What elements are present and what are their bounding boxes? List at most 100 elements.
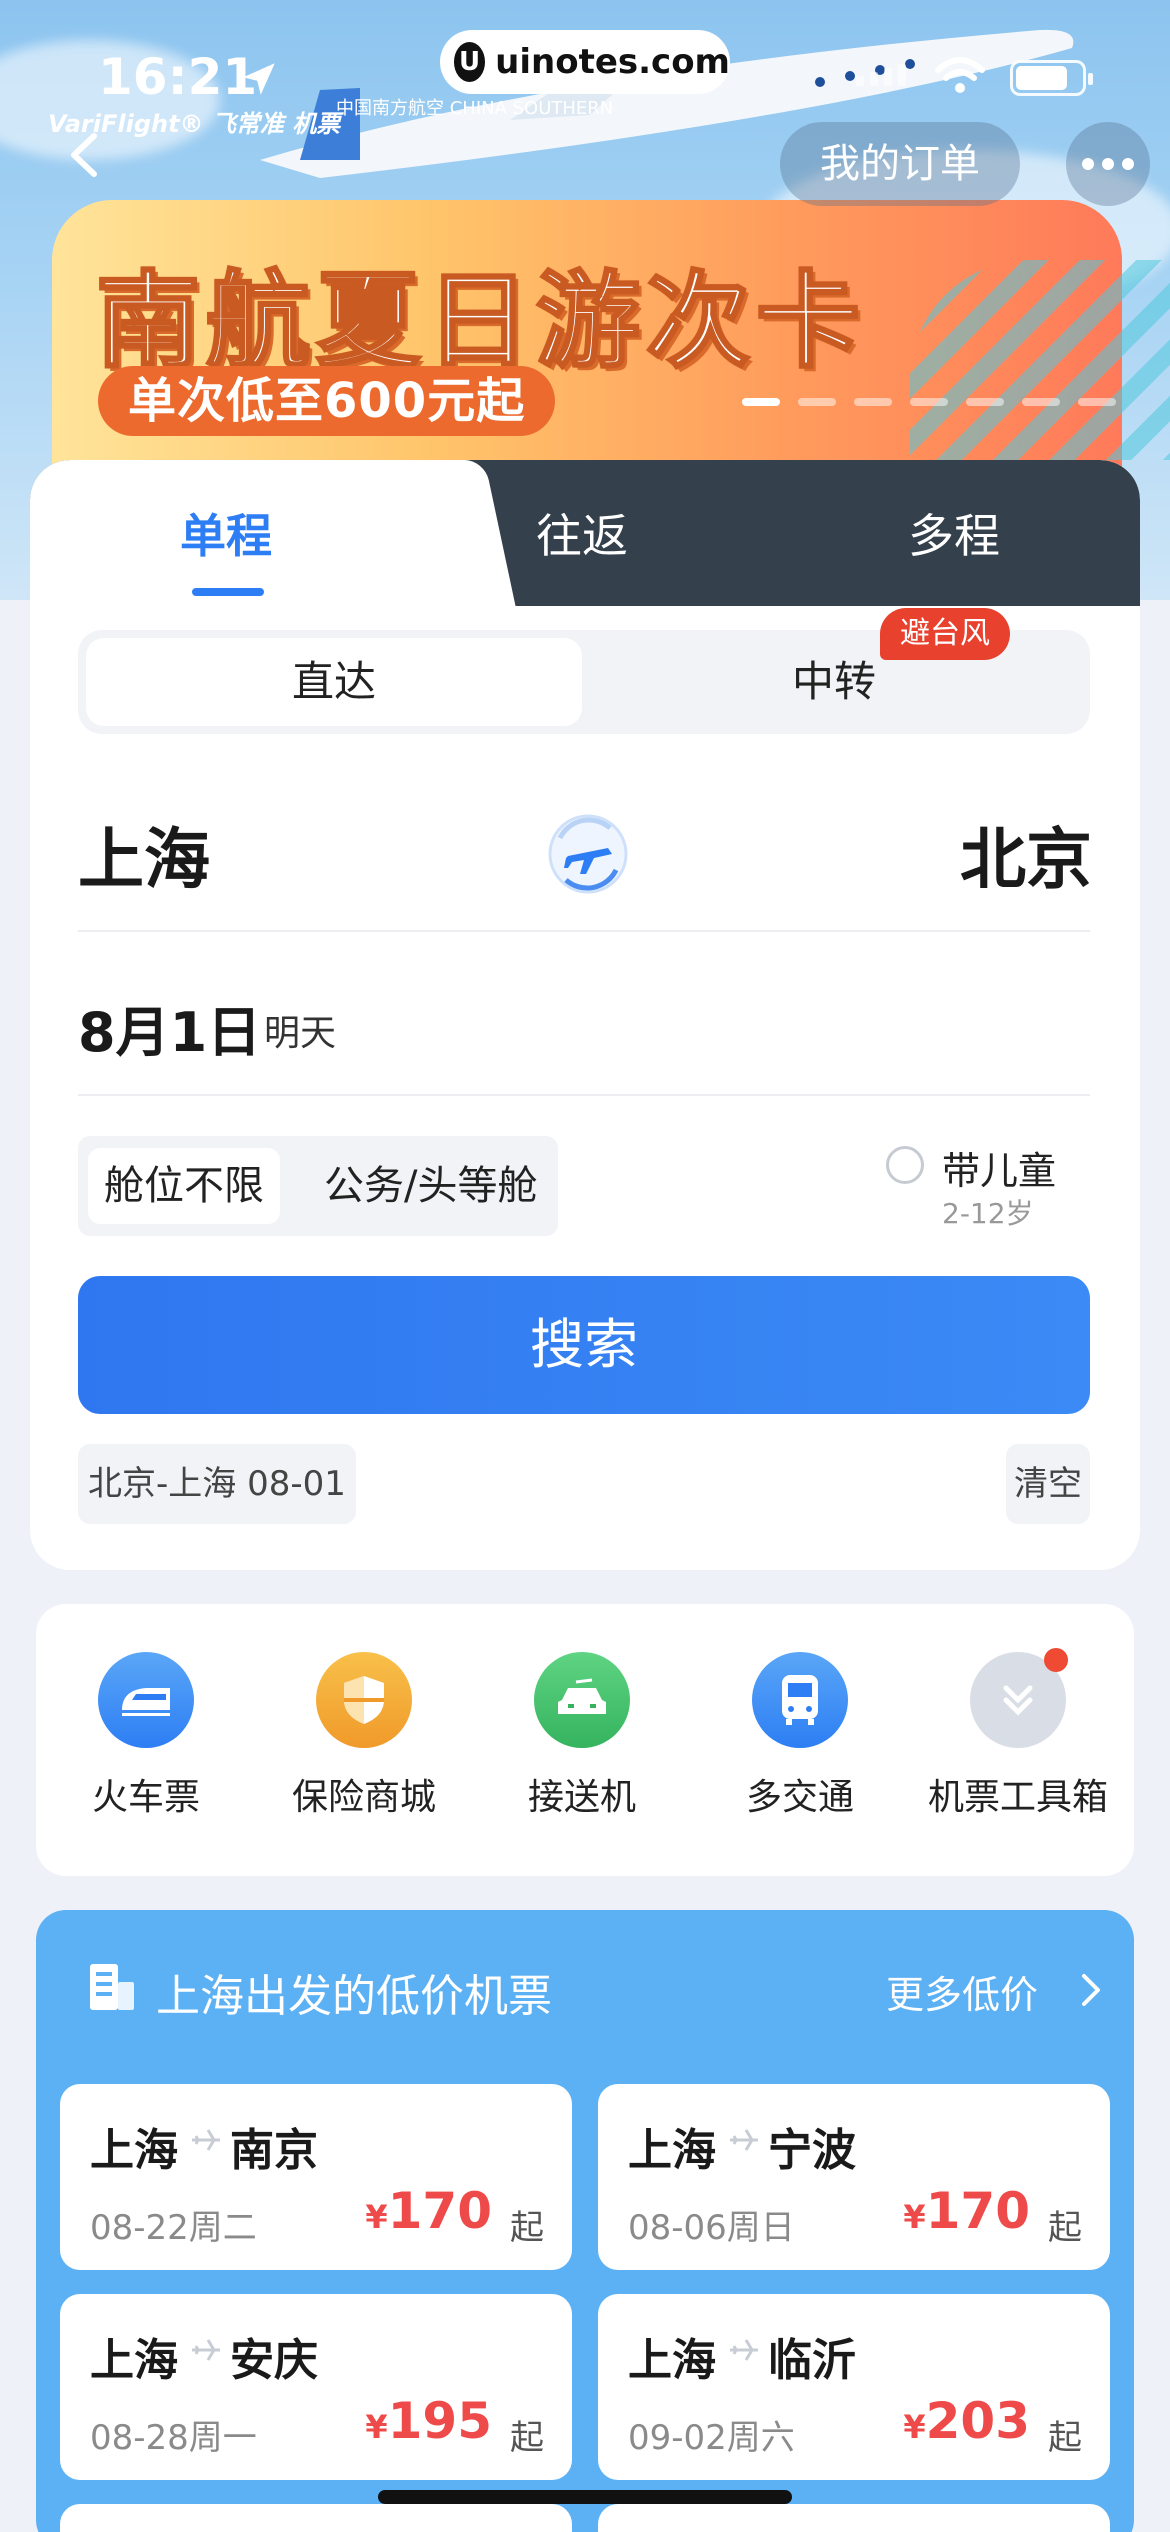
route-date: 09-02周六 (628, 2418, 795, 2458)
carousel-dot (910, 398, 948, 406)
low-price-section: 上海出发的低价机票 更多低价 上海 南京 08-22周二 ¥170 起 上海 宁… (36, 1910, 1134, 2532)
carousel-dot (854, 398, 892, 406)
route-card[interactable]: 上海 宁波 08-06周日 ¥170 起 (598, 2084, 1110, 2270)
service-label: 接送机 (527, 1777, 636, 1818)
route-card[interactable] (598, 2504, 1110, 2532)
route-price-suffix: 起 (510, 2418, 544, 2458)
carousel-dot (1078, 398, 1116, 406)
route-date: 08-06周日 (628, 2208, 795, 2248)
route-price-suffix: 起 (1048, 2418, 1082, 2458)
home-indicator[interactable] (378, 2490, 792, 2504)
service-multi-transport[interactable]: 多交通 (690, 1652, 910, 1820)
route-card[interactable] (60, 2504, 572, 2532)
tab-multi-city[interactable]: 多程 (908, 500, 1000, 566)
route-price: ¥203 (903, 2392, 1030, 2450)
toolbox-chevron-icon (970, 1648, 1068, 1748)
carousel-dot-active (742, 398, 780, 406)
building-icon (90, 1964, 134, 2010)
tab-round-trip[interactable]: 往返 (536, 500, 628, 566)
service-label: 保险商城 (291, 1777, 436, 1818)
watermark-text: uinotes.com (495, 42, 730, 82)
route-to: 南京 (230, 2125, 318, 2176)
departure-date[interactable]: 8月1日 (78, 988, 261, 1067)
airline-logo: 中国南方航空 CHINA SOUTHERN (336, 98, 614, 119)
route-price: ¥170 (365, 2182, 492, 2240)
tab-one-way[interactable]: 单程 (180, 500, 272, 566)
more-low-price-link[interactable]: 更多低价 (886, 1964, 1038, 2019)
route-card[interactable]: 上海 安庆 08-28周一 ¥195 起 (60, 2294, 572, 2480)
bus-icon (752, 1652, 848, 1748)
chevron-right-icon[interactable] (1076, 1970, 1106, 2010)
route-to: 宁波 (768, 2125, 856, 2176)
route-date: 08-22周二 (90, 2208, 257, 2248)
typhoon-badge: 避台风 (880, 608, 1010, 660)
promo-title: 南航夏日游次卡 (94, 259, 867, 384)
battery-icon (1010, 60, 1093, 96)
plane-icon (730, 2339, 758, 2361)
route-price: ¥170 (903, 2182, 1030, 2240)
promo-subtitle: 单次低至600元起 (98, 366, 556, 436)
route-price-suffix: 起 (510, 2208, 544, 2248)
clear-history-button[interactable]: 清空 (1006, 1444, 1090, 1524)
cabin-business-first[interactable]: 公务/头等舱 (324, 1148, 537, 1224)
route-from: 上海 (90, 2335, 178, 2386)
service-label: 机票工具箱 (927, 1777, 1108, 1818)
service-label: 多交通 (745, 1777, 854, 1818)
chevron-left-icon[interactable] (60, 130, 110, 180)
plane-icon (730, 2129, 758, 2151)
train-icon (98, 1652, 194, 1748)
child-age-hint: 2-12岁 (942, 1197, 1034, 1230)
departure-city[interactable]: 上海 (78, 806, 210, 902)
plane-icon (192, 2339, 220, 2361)
notification-dot (1044, 1648, 1068, 1672)
status-time: 16:21 (98, 48, 258, 106)
with-child-radio[interactable] (886, 1146, 924, 1184)
flight-search-card: 单程 往返 多程 直达 中转 避台风 上海 北京 8月1日 明天 舱位不限 公务… (30, 460, 1140, 1570)
route-type-direct[interactable]: 直达 (86, 638, 582, 726)
route-from: 上海 (628, 2335, 716, 2386)
arrival-city[interactable]: 北京 (960, 806, 1092, 902)
carousel-dot (1022, 398, 1060, 406)
wifi-icon (935, 57, 985, 93)
watermark: U uinotes.com (440, 30, 730, 94)
low-price-title: 上海出发的低价机票 (156, 1971, 552, 2022)
carousel-dot (798, 398, 836, 406)
carousel-indicator (742, 398, 1116, 406)
route-date: 08-28周一 (90, 2418, 257, 2458)
route-price: ¥195 (365, 2392, 492, 2450)
divider (78, 1094, 1090, 1096)
plane-icon (192, 2129, 220, 2151)
watermark-logo: U (454, 42, 486, 82)
service-label: 火车票 (91, 1777, 200, 1818)
route-from: 上海 (90, 2125, 178, 2176)
route-to: 安庆 (230, 2335, 318, 2386)
shield-icon (316, 1652, 412, 1748)
route-to: 临沂 (768, 2335, 856, 2386)
my-orders-button[interactable]: 我的订单 (780, 122, 1020, 206)
search-button[interactable]: 搜索 (78, 1276, 1090, 1414)
more-dots-icon[interactable] (1066, 122, 1150, 206)
service-insurance[interactable]: 保险商城 (254, 1652, 474, 1820)
date-relative-label: 明天 (264, 1013, 337, 1054)
cabin-class-toggle: 舱位不限 公务/头等舱 (78, 1136, 558, 1236)
service-toolbox[interactable]: 机票工具箱 (908, 1648, 1128, 1820)
service-train[interactable]: 火车票 (36, 1652, 256, 1820)
route-type-transfer[interactable]: 中转 (586, 638, 1082, 726)
route-card[interactable]: 上海 临沂 09-02周六 ¥203 起 (598, 2294, 1110, 2480)
service-airport-transfer[interactable]: 接送机 (472, 1652, 692, 1820)
service-shortcuts: 火车票 保险商城 接送机 多交通 机票工具箱 (36, 1604, 1134, 1876)
location-arrow-icon (243, 63, 275, 95)
signal-icon (856, 64, 906, 86)
route-card[interactable]: 上海 南京 08-22周二 ¥170 起 (60, 2084, 572, 2270)
promo-decoration (910, 260, 1170, 460)
swap-plane-icon[interactable] (538, 804, 638, 904)
route-price-suffix: 起 (1048, 2208, 1082, 2248)
carousel-dot (966, 398, 1004, 406)
divider (78, 930, 1090, 932)
cabin-any[interactable]: 舱位不限 (88, 1148, 280, 1224)
tab-active-indicator (192, 588, 264, 596)
search-history-item[interactable]: 北京-上海 08-01 (78, 1444, 356, 1524)
with-child-label[interactable]: 带儿童 (942, 1140, 1056, 1195)
route-from: 上海 (628, 2125, 716, 2176)
car-icon (534, 1652, 630, 1748)
